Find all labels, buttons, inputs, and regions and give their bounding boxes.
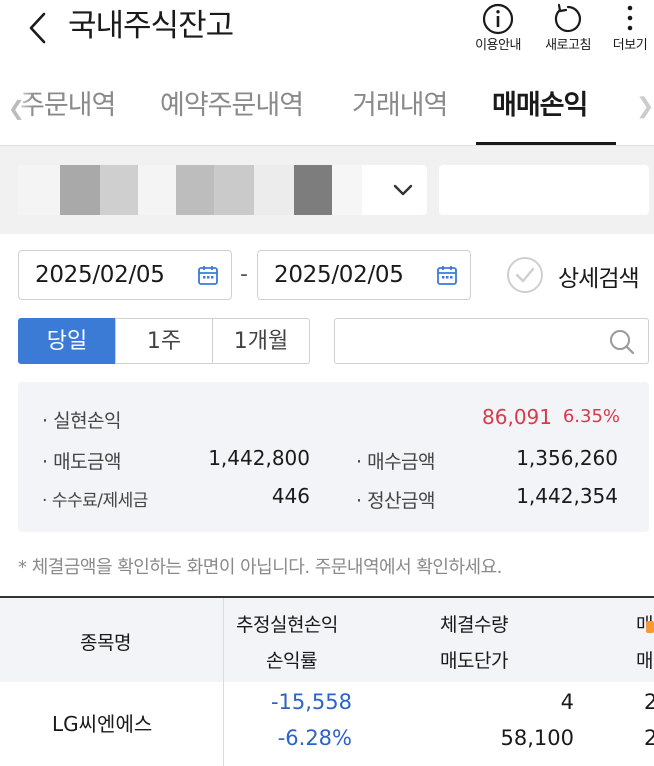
row-next-col-bottom: 2 xyxy=(644,726,654,750)
scroll-right-icon[interactable]: ❯ xyxy=(636,94,654,119)
buy-amount-value: 1,356,260 xyxy=(516,446,618,470)
realized-pl-rate: 6.35% xyxy=(562,406,620,427)
detail-search-label[interactable]: 상세검색 xyxy=(558,259,640,293)
row-next-col-top: 2 xyxy=(644,690,654,714)
masked-account-block xyxy=(332,165,362,215)
period-today-button[interactable]: 당일 xyxy=(18,318,116,364)
masked-account-block xyxy=(60,165,100,215)
header-sell-price: 매도단가 xyxy=(440,650,508,672)
back-icon[interactable] xyxy=(24,10,54,46)
more-vertical-icon xyxy=(627,5,633,31)
info-label: 이용안내 xyxy=(475,38,521,53)
stock-search-input[interactable] xyxy=(334,318,649,364)
masked-account-block xyxy=(254,165,294,215)
page-title: 국내주식잔고 xyxy=(68,8,234,44)
header-stock-name: 종목명 xyxy=(80,632,131,654)
more-label: 더보기 xyxy=(612,38,648,53)
start-date-field[interactable]: 2025/02/05 xyxy=(18,250,232,300)
row-stock-name: LG씨엔에스 xyxy=(52,712,153,736)
tab-reserved-orders[interactable]: 예약주문내역 xyxy=(160,86,304,126)
refresh-button[interactable]: 새로고침 xyxy=(538,2,598,54)
notice-text: * 체결금액을 확인하는 화면이 아닙니다. 주문내역에서 확인하세요. xyxy=(18,557,502,578)
info-icon xyxy=(482,3,514,35)
scroll-left-icon[interactable]: ❮ xyxy=(8,96,25,120)
row-sell-price: 58,100 xyxy=(500,726,574,750)
fee-tax-label: · 수수료/제세금 xyxy=(42,491,148,511)
refresh-icon xyxy=(554,3,582,33)
buy-amount-label: · 매수금액 xyxy=(356,451,436,473)
settlement-amount-label: · 정산금액 xyxy=(356,490,436,512)
info-button[interactable]: 이용안내 xyxy=(470,2,526,54)
end-date-value: 2025/02/05 xyxy=(274,262,404,288)
detail-search-check-icon[interactable] xyxy=(506,256,544,298)
realized-pl-value: 86,091 xyxy=(482,405,552,429)
realized-pl-label: · 실현손익 xyxy=(42,410,122,432)
masked-account-block xyxy=(176,165,214,215)
refresh-label: 새로고침 xyxy=(545,38,591,53)
masked-account-block xyxy=(294,165,332,215)
date-separator: - xyxy=(240,262,248,287)
account-password-field[interactable] xyxy=(439,165,649,215)
calendar-icon[interactable] xyxy=(436,264,458,286)
period-1week-button[interactable]: 1주 xyxy=(115,318,213,364)
row-exec-qty: 4 xyxy=(560,690,574,714)
tab-transactions[interactable]: 거래내역 xyxy=(352,86,448,126)
masked-account-block xyxy=(100,165,138,215)
table-row[interactable]: LG씨엔에스 -15,558 -6.28% 4 58,100 2 2 xyxy=(0,682,654,766)
row-pl-rate: -6.28% xyxy=(277,726,352,750)
tab-trading-profit[interactable]: 매매손익 xyxy=(492,86,588,126)
end-date-field[interactable]: 2025/02/05 xyxy=(257,250,471,300)
masked-account-block xyxy=(18,165,60,215)
masked-account-block xyxy=(214,165,254,215)
header-next-col-bottom: 매 xyxy=(636,650,653,672)
fee-tax-value: 446 xyxy=(271,484,310,508)
tab-order-history[interactable]: 주문내역 xyxy=(20,86,116,126)
masked-account-block xyxy=(138,165,176,215)
account-select[interactable] xyxy=(18,165,427,215)
start-date-value: 2025/02/05 xyxy=(35,262,165,288)
header-est-realized-pl: 추정실현손익 xyxy=(236,614,338,636)
scroll-indicator xyxy=(646,621,654,633)
header-exec-qty: 체결수량 xyxy=(440,614,508,636)
sell-amount-label: · 매도금액 xyxy=(42,451,122,473)
more-button[interactable]: 더보기 xyxy=(608,2,652,54)
header-pl-rate: 손익률 xyxy=(266,650,317,672)
chevron-down-icon[interactable] xyxy=(392,182,414,202)
period-1month-button[interactable]: 1개월 xyxy=(212,318,310,364)
search-icon[interactable] xyxy=(608,328,636,356)
row-est-pl: -15,558 xyxy=(270,690,352,714)
sell-amount-value: 1,442,800 xyxy=(208,446,310,470)
settlement-amount-value: 1,442,354 xyxy=(516,484,618,508)
calendar-icon[interactable] xyxy=(197,264,219,286)
